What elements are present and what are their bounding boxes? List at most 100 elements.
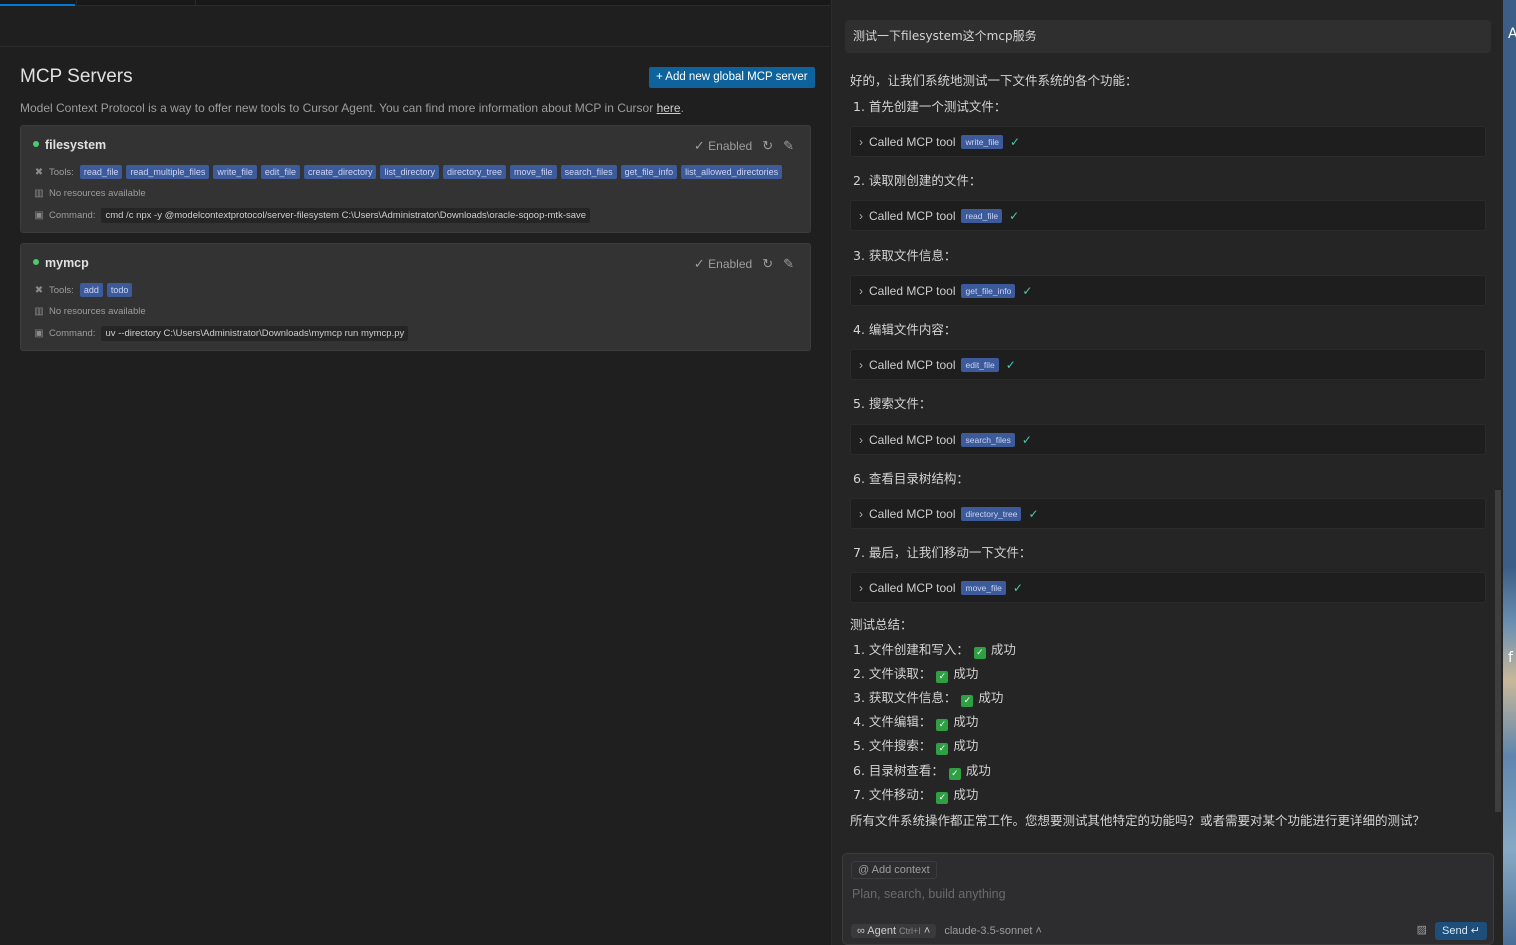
enabled-toggle[interactable]: ✓ Enabled	[694, 138, 752, 154]
chevron-right-icon: ›	[859, 208, 863, 223]
tool-tag: directory_tree	[443, 165, 507, 179]
edit-icon[interactable]: ✎	[783, 256, 794, 272]
tool-call-directory-tree[interactable]: › Called MCP tool directory_tree ✓	[850, 498, 1486, 529]
app-window: MCP Servers + Add new global MCP server …	[0, 0, 1516, 945]
tool-tag: list_directory	[380, 165, 439, 179]
chat-composer[interactable]: @ Add context Plan, search, build anythi…	[842, 853, 1494, 945]
summary-title: 测试总结：	[850, 617, 913, 632]
resources-row: ▥ No resources available	[34, 306, 146, 317]
check-icon: ✓	[693, 256, 705, 271]
resources-icon: ▥	[34, 188, 44, 199]
refresh-icon[interactable]: ↻	[762, 138, 773, 154]
send-button[interactable]: Send ↵	[1435, 922, 1487, 940]
check-icon: ✓	[1010, 134, 1021, 149]
step-text: 7. 最后，让我们移动一下文件：	[853, 545, 1032, 560]
step-text: 1. 首先创建一个测试文件：	[853, 99, 1007, 114]
check-icon: ✓	[1022, 283, 1033, 298]
tool-tag: search_files	[560, 165, 617, 179]
enabled-toggle[interactable]: ✓ Enabled	[694, 256, 752, 272]
step-text: 6. 查看目录树结构：	[853, 471, 969, 486]
summary-item: 7. 文件移动： ✓ 成功	[853, 787, 979, 804]
tool-call-get-file-info[interactable]: › Called MCP tool get_file_info ✓	[850, 275, 1486, 306]
add-context-button[interactable]: @ Add context	[851, 861, 937, 879]
tool-tag: create_directory	[303, 165, 377, 179]
tool-tag: list_allowed_directories	[681, 165, 783, 179]
chevron-up-icon: ˄	[1035, 925, 1042, 937]
chevron-up-icon: ˄	[923, 925, 931, 937]
server-name: mymcp	[33, 256, 89, 270]
tool-tag: read_file	[79, 165, 123, 179]
edit-icon[interactable]: ✎	[783, 138, 794, 154]
tool-call-write-file[interactable]: › Called MCP tool write_file ✓	[850, 126, 1486, 157]
agent-mode-select[interactable]: ∞ Agent Ctrl+I ˄	[851, 924, 937, 938]
divider	[0, 46, 830, 47]
server-card-mymcp: mymcp ✓ Enabled ↻ ✎ ✖ Tools: add todo ▥ …	[20, 243, 811, 351]
chat-input[interactable]: Plan, search, build anything	[852, 887, 1006, 901]
summary-item: 2. 文件读取： ✓ 成功	[853, 666, 979, 683]
chevron-right-icon: ›	[859, 580, 863, 595]
command-row: ▣ Command: cmd /c npx -y @modelcontextpr…	[33, 208, 591, 223]
check-box-icon: ✓	[936, 671, 949, 683]
mcp-description: Model Context Protocol is a way to offer…	[20, 101, 684, 115]
chat-scrollbar[interactable]	[1495, 490, 1501, 812]
image-icon[interactable]: ▨	[1417, 923, 1427, 936]
tool-tag: write_file	[213, 165, 257, 179]
tool-tag: move_file	[510, 165, 557, 179]
command-value: uv --directory C:\Users\Administrator\Do…	[101, 326, 409, 341]
chevron-right-icon: ›	[859, 134, 863, 149]
add-mcp-server-button[interactable]: + Add new global MCP server	[649, 67, 815, 88]
summary-item: 5. 文件搜索： ✓ 成功	[853, 738, 979, 755]
check-icon: ✓	[1021, 432, 1032, 447]
check-box-icon: ✓	[936, 792, 949, 804]
resources-row: ▥ No resources available	[34, 188, 146, 199]
tools-row: ✖ Tools: read_file read_multiple_files w…	[33, 165, 786, 179]
tools-row: ✖ Tools: add todo	[33, 283, 136, 297]
tab-inactive[interactable]	[76, 0, 196, 6]
check-icon: ✓	[1005, 357, 1016, 372]
enter-icon: ↵	[1470, 925, 1480, 937]
chevron-right-icon: ›	[859, 506, 863, 521]
check-icon: ✓	[1012, 580, 1023, 595]
command-row: ▣ Command: uv --directory C:\Users\Admin…	[33, 326, 409, 341]
step-text: 2. 读取刚创建的文件：	[853, 173, 982, 188]
tool-call-search-files[interactable]: › Called MCP tool search_files ✓	[850, 424, 1486, 455]
summary-item: 6. 目录树查看： ✓ 成功	[853, 763, 991, 780]
mcp-docs-link[interactable]: here	[657, 101, 681, 115]
server-card-filesystem: filesystem ✓ Enabled ↻ ✎ ✖ Tools: read_f…	[20, 125, 811, 233]
tool-tag: todo	[106, 283, 133, 297]
settings-tabs	[0, 0, 830, 6]
terminal-icon: ▣	[34, 328, 44, 339]
tools-icon: ✖	[34, 284, 44, 296]
check-icon: ✓	[693, 138, 705, 153]
server-name: filesystem	[33, 138, 106, 152]
resources-icon: ▥	[34, 306, 44, 317]
tool-call-move-file[interactable]: › Called MCP tool move_file ✓	[850, 572, 1486, 603]
check-icon: ✓	[1028, 506, 1039, 521]
step-text: 3. 获取文件信息：	[853, 248, 957, 263]
command-value: cmd /c npx -y @modelcontextprotocol/serv…	[101, 208, 591, 223]
check-box-icon: ✓	[961, 695, 974, 707]
model-select[interactable]: claude-3.5-sonnet ˄	[944, 925, 1042, 937]
server-controls: ✓ Enabled ↻ ✎	[694, 256, 794, 272]
summary-item: 3. 获取文件信息： ✓ 成功	[853, 690, 1004, 707]
mcp-settings-panel: MCP Servers + Add new global MCP server …	[0, 0, 830, 945]
tool-tag: get_file_info	[620, 165, 678, 179]
user-message[interactable]: 测试一下filesystem这个mcp服务	[845, 20, 1491, 53]
chevron-right-icon: ›	[859, 357, 863, 372]
check-box-icon: ✓	[936, 719, 949, 731]
tool-tag: read_multiple_files	[126, 165, 210, 179]
chat-panel: 测试一下filesystem这个mcp服务 好的，让我们系统地测试一下文件系统的…	[831, 0, 1503, 945]
step-text: 5. 搜索文件：	[853, 396, 932, 411]
assistant-intro: 好的，让我们系统地测试一下文件系统的各个功能：	[850, 73, 1138, 88]
refresh-icon[interactable]: ↻	[762, 256, 773, 272]
infinity-icon: ∞	[857, 925, 868, 937]
tab-active[interactable]	[0, 0, 75, 6]
check-box-icon: ✓	[973, 647, 986, 659]
status-dot-icon	[33, 141, 39, 147]
tool-call-read-file[interactable]: › Called MCP tool read_file ✓	[850, 200, 1486, 231]
tools-icon: ✖	[34, 166, 44, 178]
chevron-right-icon: ›	[859, 283, 863, 298]
summary-item: 1. 文件创建和写入： ✓ 成功	[853, 642, 1016, 659]
status-dot-icon	[33, 259, 39, 265]
tool-call-edit-file[interactable]: › Called MCP tool edit_file ✓	[850, 349, 1486, 380]
